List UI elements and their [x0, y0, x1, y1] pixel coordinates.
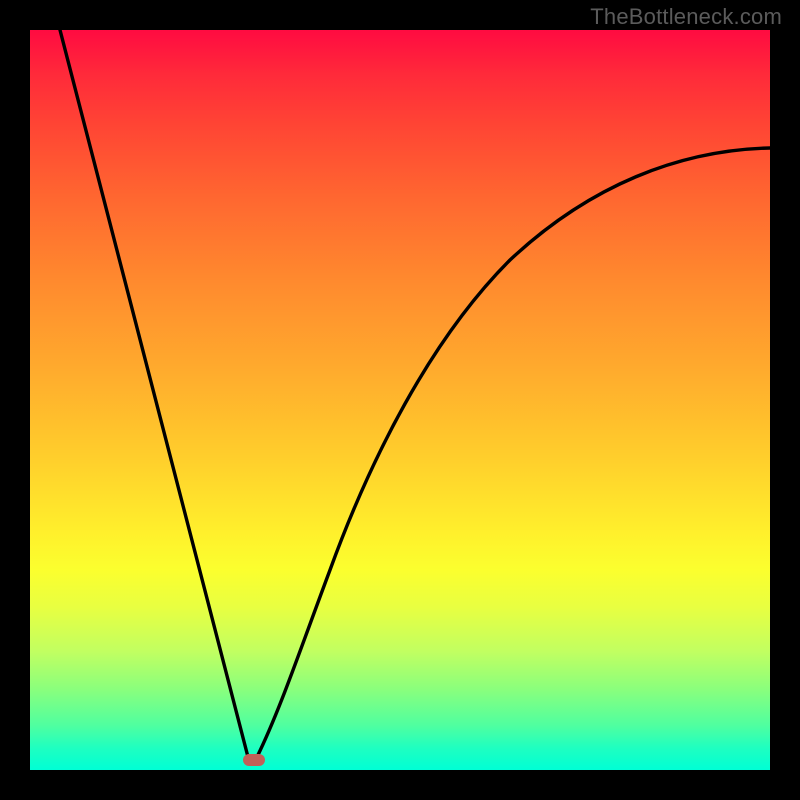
watermark-text: TheBottleneck.com: [590, 4, 782, 30]
curve-svg: [30, 30, 770, 770]
plot-area: [30, 30, 770, 770]
performance-curve: [60, 30, 770, 757]
optimal-point-marker: [243, 754, 265, 766]
chart-container: TheBottleneck.com: [0, 0, 800, 800]
